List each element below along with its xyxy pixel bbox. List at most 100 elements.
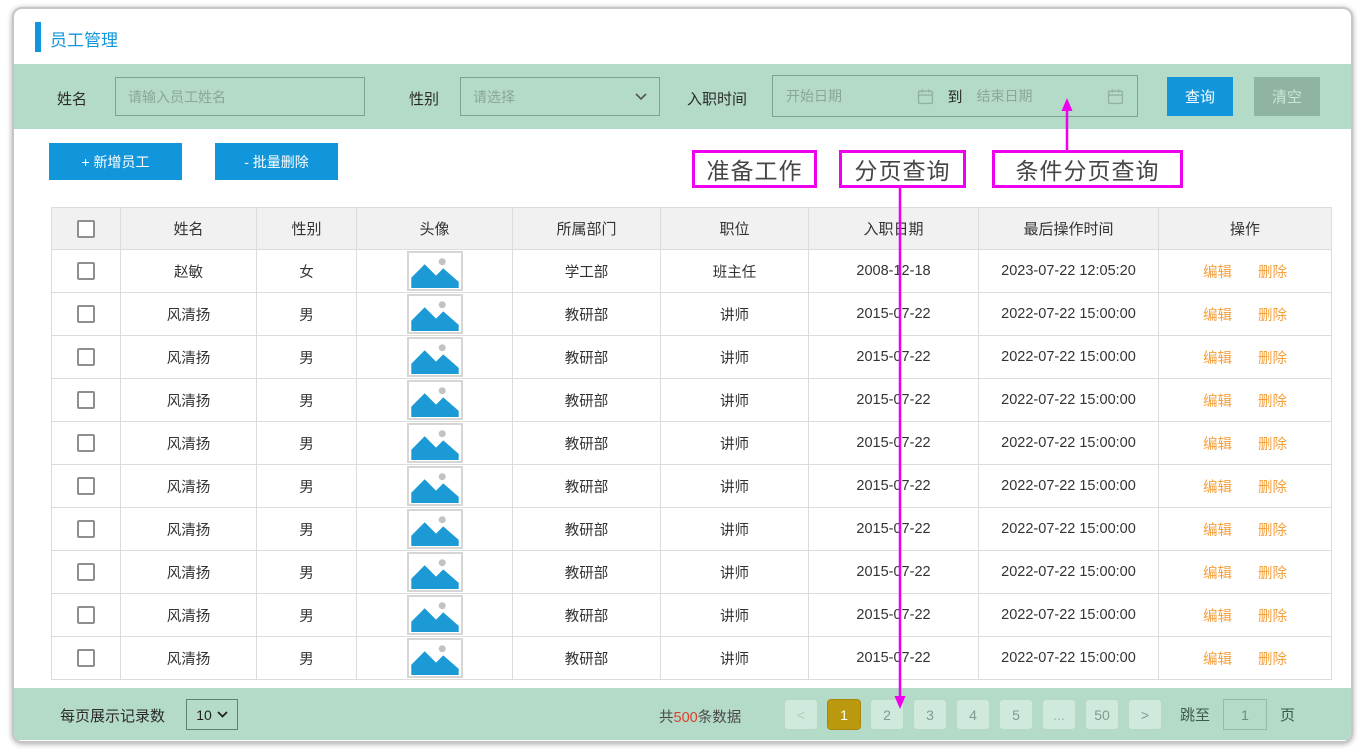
delete-link[interactable]: 删除 <box>1258 652 1287 668</box>
edit-link[interactable]: 编辑 <box>1203 523 1232 539</box>
annotation-pagination-query: 分页查询 <box>839 150 966 188</box>
row-checkbox[interactable] <box>77 262 95 280</box>
broken-image-icon <box>411 556 459 589</box>
jump-suffix-label: 页 <box>1280 704 1295 725</box>
delete-link[interactable]: 删除 <box>1258 480 1287 496</box>
avatar-image-placeholder <box>407 294 463 334</box>
employee-name-input[interactable] <box>115 77 365 116</box>
position-cell: 讲师 <box>661 379 809 422</box>
position-cell: 讲师 <box>661 293 809 336</box>
table-header-row: 姓名性别头像所属部门职位入职日期最后操作时间操作 <box>52 208 1332 250</box>
delete-link[interactable]: 删除 <box>1258 265 1287 281</box>
row-checkbox[interactable] <box>77 391 95 409</box>
total-count: 500 <box>674 710 698 726</box>
edit-link[interactable]: 编辑 <box>1203 566 1232 582</box>
department-cell: 教研部 <box>513 637 661 680</box>
gender-select[interactable]: 请选择 <box>460 77 660 116</box>
add-employee-button[interactable]: + 新增员工 <box>49 143 182 180</box>
avatar-image-placeholder <box>407 466 463 506</box>
row-select-cell <box>52 250 121 293</box>
broken-image-icon <box>411 427 459 460</box>
ops-cell: 编辑 删除 <box>1159 465 1332 508</box>
calendar-icon[interactable] <box>917 88 934 105</box>
edit-link[interactable]: 编辑 <box>1203 351 1232 367</box>
row-checkbox[interactable] <box>77 305 95 323</box>
row-checkbox[interactable] <box>77 563 95 581</box>
broken-image-icon <box>411 599 459 632</box>
table-row: 风清扬 男 教研部 讲师 2015-07-22 2022-07-22 15:00… <box>52 551 1332 594</box>
table-row: 赵敏 女 学工部 班主任 2008-12-18 2023-07-22 12:05… <box>52 250 1332 293</box>
edit-link[interactable]: 编辑 <box>1203 308 1232 324</box>
employee-table: 姓名性别头像所属部门职位入职日期最后操作时间操作 赵敏 女 学工部 班主任 20… <box>51 207 1332 680</box>
delete-link[interactable]: 删除 <box>1258 566 1287 582</box>
entry-date-cell: 2015-07-22 <box>809 379 979 422</box>
row-checkbox[interactable] <box>77 477 95 495</box>
page-button[interactable]: 2 <box>870 699 904 730</box>
delete-link[interactable]: 删除 <box>1258 394 1287 410</box>
last-operation-time-cell: 2022-07-22 15:00:00 <box>979 508 1159 551</box>
delete-link[interactable]: 删除 <box>1258 609 1287 625</box>
row-checkbox[interactable] <box>77 348 95 366</box>
avatar-image-placeholder <box>407 423 463 463</box>
delete-link[interactable]: 删除 <box>1258 351 1287 367</box>
broken-image-icon <box>411 642 459 675</box>
row-checkbox[interactable] <box>77 434 95 452</box>
page-size-label: 每页展示记录数 <box>60 705 165 726</box>
edit-link[interactable]: 编辑 <box>1203 394 1232 410</box>
row-checkbox[interactable] <box>77 520 95 538</box>
name-cell: 风清扬 <box>121 336 257 379</box>
row-checkbox[interactable] <box>77 606 95 624</box>
last-operation-time-cell: 2023-07-22 12:05:20 <box>979 250 1159 293</box>
entry-date-cell: 2015-07-22 <box>809 551 979 594</box>
edit-link[interactable]: 编辑 <box>1203 652 1232 668</box>
position-cell: 讲师 <box>661 551 809 594</box>
hire-date-range[interactable]: 开始日期 到 结束日期 <box>772 75 1138 117</box>
next-page-button[interactable]: > <box>1128 699 1162 730</box>
delete-link[interactable]: 删除 <box>1258 308 1287 324</box>
jump-label: 跳至 <box>1180 704 1210 725</box>
edit-link[interactable]: 编辑 <box>1203 480 1232 496</box>
avatar-image-placeholder <box>407 337 463 377</box>
column-header: 性别 <box>257 208 357 250</box>
page-button[interactable]: 5 <box>999 699 1033 730</box>
employee-management-page: 员工管理 姓名 性别 请选择 入职时间 开始日期 到 <box>0 0 1365 754</box>
broken-image-icon <box>411 341 459 374</box>
edit-link[interactable]: 编辑 <box>1203 437 1232 453</box>
avatar-cell <box>357 379 513 422</box>
row-checkbox[interactable] <box>77 649 95 667</box>
page-button[interactable]: 50 <box>1085 699 1119 730</box>
page-button[interactable]: 1 <box>827 699 861 730</box>
table-row: 风清扬 男 教研部 讲师 2015-07-22 2022-07-22 15:00… <box>52 422 1332 465</box>
page-size-select[interactable]: 10 <box>186 699 238 730</box>
entry-date-cell: 2015-07-22 <box>809 336 979 379</box>
delete-link[interactable]: 删除 <box>1258 437 1287 453</box>
name-cell: 风清扬 <box>121 422 257 465</box>
page-button[interactable]: 4 <box>956 699 990 730</box>
ops-cell: 编辑 删除 <box>1159 379 1332 422</box>
select-all-checkbox[interactable] <box>77 220 95 238</box>
edit-link[interactable]: 编辑 <box>1203 609 1232 625</box>
calendar-icon[interactable] <box>1107 88 1124 105</box>
broken-image-icon <box>411 513 459 546</box>
total-records-text: 共500条数据 <box>659 706 741 727</box>
prev-page-button[interactable]: < <box>784 699 818 730</box>
ops-cell: 编辑 删除 <box>1159 422 1332 465</box>
department-cell: 教研部 <box>513 508 661 551</box>
avatar-cell <box>357 637 513 680</box>
query-button[interactable]: 查询 <box>1167 77 1233 116</box>
name-cell: 风清扬 <box>121 637 257 680</box>
ellipsis-page-button[interactable]: ... <box>1042 699 1076 730</box>
hire-date-label: 入职时间 <box>687 88 747 109</box>
page-button[interactable]: 3 <box>913 699 947 730</box>
delete-link[interactable]: 删除 <box>1258 523 1287 539</box>
search-bar: 姓名 性别 请选择 入职时间 开始日期 到 结束日期 <box>14 64 1351 129</box>
jump-page-input[interactable] <box>1223 699 1267 730</box>
clear-button[interactable]: 清空 <box>1254 77 1320 116</box>
batch-delete-button[interactable]: - 批量删除 <box>215 143 338 180</box>
gender-cell: 男 <box>257 551 357 594</box>
avatar-cell <box>357 465 513 508</box>
name-cell: 风清扬 <box>121 551 257 594</box>
gender-cell: 男 <box>257 465 357 508</box>
edit-link[interactable]: 编辑 <box>1203 265 1232 281</box>
avatar-cell <box>357 293 513 336</box>
